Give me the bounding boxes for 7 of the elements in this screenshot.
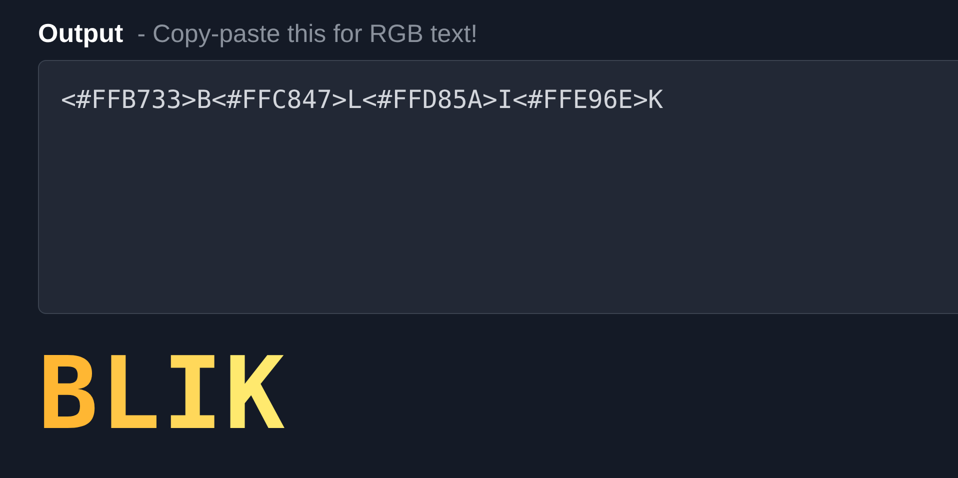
output-field[interactable]: <#FFB733>B<#FFC847>L<#FFD85A>I<#FFE96E>K [38, 60, 958, 314]
output-label: Output [38, 18, 124, 49]
preview-letter: I [162, 344, 225, 444]
preview-letter: B [38, 344, 100, 444]
preview-letter: K [224, 344, 287, 444]
preview-letter: L [100, 344, 162, 444]
output-hint: - Copy-paste this for RGB text! [137, 20, 478, 49]
